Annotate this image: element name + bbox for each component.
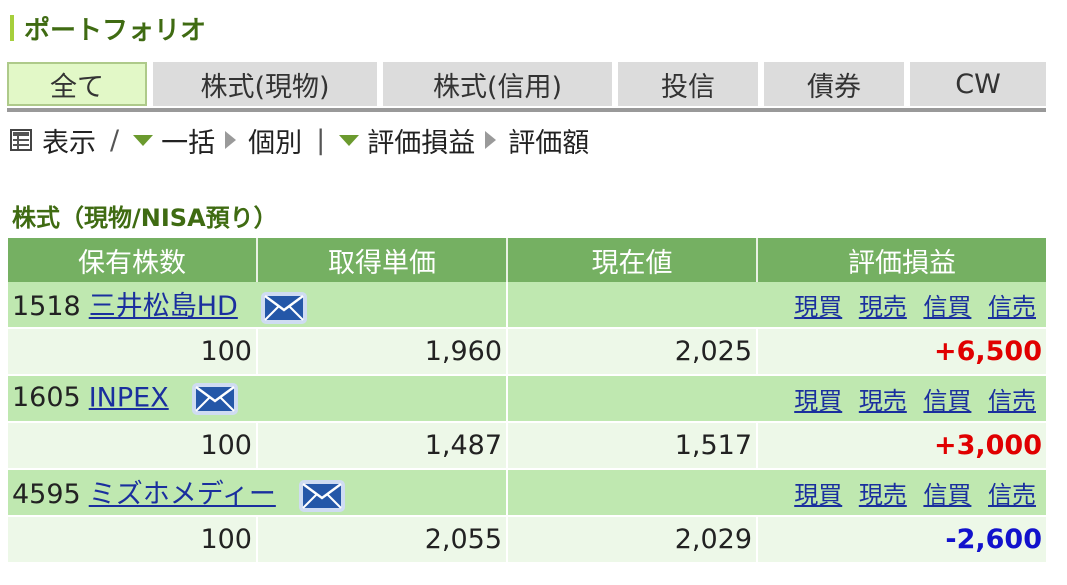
table-header-row: 保有株数 取得単価 現在値 評価損益 xyxy=(8,238,1046,282)
stock-code: 1605 xyxy=(12,382,81,413)
display-label: 表示 xyxy=(42,127,96,159)
stock-cell: 1605 INPEX xyxy=(8,375,508,423)
shares-value: 100 xyxy=(8,422,258,470)
gain-loss-value: +3,000 xyxy=(757,422,1046,470)
shares-value: 100 xyxy=(8,516,258,564)
valuation-label: 評価額 xyxy=(508,127,590,159)
triangle-down-icon xyxy=(133,134,154,146)
header-cost: 取得単価 xyxy=(257,238,508,282)
price-value: 2,025 xyxy=(507,328,758,376)
display-toolbar: 表示 / 一括 個別 | 評価損益 評価額 xyxy=(10,120,589,160)
cost-value: 1,487 xyxy=(257,422,508,470)
tab-cw[interactable]: CW xyxy=(910,62,1046,106)
shares-value: 100 xyxy=(8,328,258,376)
gain-loss-value: -2,600 xyxy=(757,516,1046,564)
price-value: 2,029 xyxy=(507,516,758,564)
triangle-down-icon xyxy=(339,134,360,146)
stock-name-row: 1605 INPEX 現買 現売 信買 信売 xyxy=(8,375,1046,423)
mail-icon[interactable] xyxy=(191,382,239,416)
header-gain-loss: 評価損益 xyxy=(757,238,1046,282)
action-cash-buy[interactable]: 現買 xyxy=(794,387,842,415)
divider: | xyxy=(316,124,326,156)
page-title: ポートフォリオ xyxy=(10,10,206,46)
price-value: 1,517 xyxy=(507,422,758,470)
action-margin-buy[interactable]: 信買 xyxy=(923,293,971,321)
cost-value: 1,960 xyxy=(257,328,508,376)
stock-code: 4595 xyxy=(12,479,81,511)
stock-cell: 1518 三井松島HD xyxy=(8,282,508,329)
gain-loss-toggle[interactable]: 評価損益 xyxy=(339,121,475,160)
portfolio-table: 保有株数 取得単価 現在値 評価損益 1518 三井松島HD 現買 現売 信買 … xyxy=(8,238,1046,564)
action-margin-sell[interactable]: 信売 xyxy=(988,387,1036,415)
header-price: 現在値 xyxy=(507,238,758,282)
valuation-toggle[interactable]: 評価額 xyxy=(475,121,589,160)
tab-bonds[interactable]: 債券 xyxy=(764,62,904,106)
triangle-right-icon xyxy=(485,131,497,149)
tab-stock-margin[interactable]: 株式(信用) xyxy=(383,62,612,106)
action-margin-buy[interactable]: 信買 xyxy=(923,387,971,415)
separator: / xyxy=(110,124,120,156)
action-cash-sell[interactable]: 現売 xyxy=(859,387,907,415)
stock-name-row: 4595 ミズホメディー 現買 現売 信買 信売 xyxy=(8,469,1046,517)
stock-value-row: 100 1,487 1,517 +3,000 xyxy=(8,422,1046,470)
action-margin-buy[interactable]: 信買 xyxy=(923,481,971,509)
stock-value-row: 100 1,960 2,025 +6,500 xyxy=(8,328,1046,376)
action-margin-sell[interactable]: 信売 xyxy=(988,293,1036,321)
tab-investment-trust[interactable]: 投信 xyxy=(618,62,758,106)
bulk-toggle[interactable]: 一括 xyxy=(133,121,215,160)
triangle-right-icon xyxy=(225,131,237,149)
stock-name-link[interactable]: ミズホメディー xyxy=(89,479,276,510)
tab-stock-cash[interactable]: 株式(現物) xyxy=(153,62,377,106)
stock-name-row: 1518 三井松島HD 現買 現売 信買 信売 xyxy=(8,282,1046,329)
individual-label: 個別 xyxy=(248,127,303,159)
stock-name-link[interactable]: INPEX xyxy=(89,382,169,413)
gain-loss-value: +6,500 xyxy=(757,328,1046,376)
cost-value: 2,055 xyxy=(257,516,508,564)
gain-loss-label: 評価損益 xyxy=(367,127,476,159)
action-cash-buy[interactable]: 現買 xyxy=(794,481,842,509)
mail-icon[interactable] xyxy=(298,479,346,513)
stock-code: 1518 xyxy=(12,291,81,323)
trade-actions: 現買 現売 信買 信売 xyxy=(507,375,1046,423)
mail-icon[interactable] xyxy=(260,291,308,325)
bulk-label: 一括 xyxy=(161,127,216,159)
page-title-text: ポートフォリオ xyxy=(24,15,207,46)
individual-toggle[interactable]: 個別 xyxy=(215,121,302,160)
action-cash-buy[interactable]: 現買 xyxy=(794,293,842,321)
trade-actions: 現買 現売 信買 信売 xyxy=(507,469,1046,517)
action-cash-sell[interactable]: 現売 xyxy=(859,481,907,509)
tab-bar: 全て 株式(現物) 株式(信用) 投信 債券 CW xyxy=(7,62,1046,112)
list-icon xyxy=(10,129,32,151)
action-margin-sell[interactable]: 信売 xyxy=(988,481,1036,509)
action-cash-sell[interactable]: 現売 xyxy=(859,293,907,321)
trade-actions: 現買 現売 信買 信売 xyxy=(507,282,1046,329)
stock-cell: 4595 ミズホメディー xyxy=(8,469,508,517)
title-accent-bar xyxy=(10,15,14,41)
stock-name-link[interactable]: 三井松島HD xyxy=(89,291,238,322)
stock-value-row: 100 2,055 2,029 -2,600 xyxy=(8,516,1046,564)
section-title: 株式（現物/NISA預り） xyxy=(12,204,278,232)
header-shares: 保有株数 xyxy=(8,238,258,282)
tab-all[interactable]: 全て xyxy=(7,62,147,106)
